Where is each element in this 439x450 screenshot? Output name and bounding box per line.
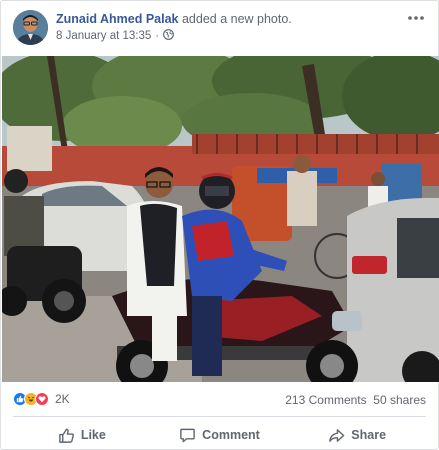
- post-header: Zunaid Ahmed Palak added a new photo. 8 …: [1, 1, 438, 53]
- author-name[interactable]: Zunaid Ahmed Palak: [56, 12, 178, 26]
- comment-label: Comment: [202, 428, 260, 442]
- like-label: Like: [80, 428, 106, 442]
- post-photo[interactable]: [2, 56, 439, 382]
- share-count-link[interactable]: 50 shares: [373, 393, 426, 407]
- globe-icon[interactable]: [163, 29, 175, 43]
- post-meta: 8 January at 13:35 ·: [56, 29, 175, 43]
- post-card: Zunaid Ahmed Palak added a new photo. 8 …: [0, 0, 439, 450]
- author-line: Zunaid Ahmed Palak added a new photo.: [56, 12, 292, 26]
- reaction-summary[interactable]: 2K: [13, 392, 70, 406]
- meta-separator: ·: [155, 30, 160, 42]
- post-timestamp[interactable]: 8 January at 13:35: [56, 30, 151, 42]
- post-actions: Like Comment Share: [13, 421, 426, 449]
- share-label: Share: [351, 428, 387, 442]
- divider: [13, 416, 426, 417]
- post-action-text: added a new photo.: [181, 12, 292, 26]
- comment-bubble-icon: [179, 427, 196, 444]
- thumbs-up-icon: [58, 427, 75, 444]
- engagement-counts: 213 Comments 50 shares: [285, 393, 426, 407]
- more-dots-icon[interactable]: [406, 10, 426, 26]
- avatar[interactable]: [13, 10, 48, 45]
- comment-count-link[interactable]: 213 Comments: [285, 393, 366, 407]
- share-button[interactable]: Share: [288, 421, 426, 449]
- like-button[interactable]: Like: [13, 421, 151, 449]
- post-stats: 2K 213 Comments 50 shares: [1, 384, 438, 414]
- share-arrow-icon: [328, 427, 345, 444]
- reaction-count: 2K: [55, 392, 70, 406]
- love-reaction-icon: [35, 392, 49, 406]
- comment-button[interactable]: Comment: [151, 421, 289, 449]
